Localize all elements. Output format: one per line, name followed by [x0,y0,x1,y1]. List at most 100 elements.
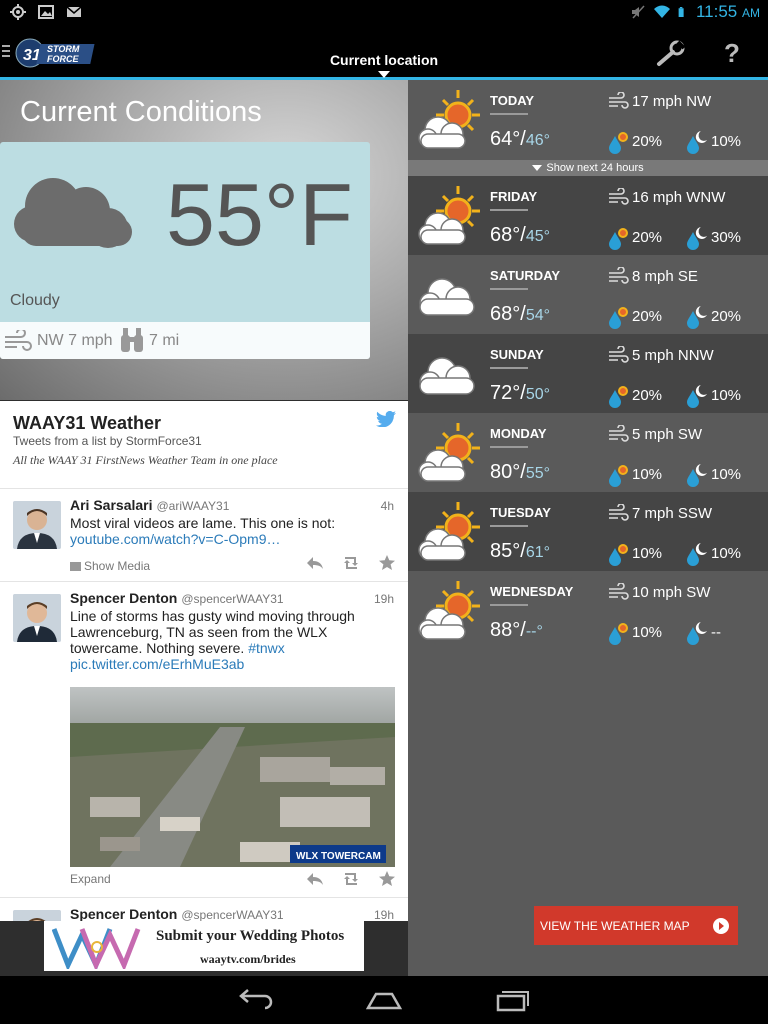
low-temp: 55° [525,465,551,482]
tweet-actions [306,555,396,571]
current-condition: Cloudy [10,292,60,309]
avatar[interactable] [13,501,61,549]
current-temperature: 55°F [166,165,353,264]
day-wind: 17 mph NW [632,93,712,110]
avatar[interactable] [13,594,61,642]
partly-sunny-icon [416,421,482,487]
forecast-day-wednesday[interactable]: WEDNESDAY 88°/--° 10 mph SW 10% -- [408,571,768,650]
twitter-list-title[interactable]: WAAY31 Weather [13,413,161,434]
ad-banner[interactable]: Submit your Wedding Photos waaytv.com/br… [0,921,408,976]
tweet-author[interactable]: Spencer Denton @spencerWAAY31 [70,906,284,921]
recent-apps-icon[interactable] [494,988,530,1012]
status-bar: 11:55 AM [0,0,768,25]
favorite-star-icon[interactable] [378,871,396,887]
ad-title: Submit your Wedding Photos [156,928,345,944]
expand-triangle-icon [532,165,543,172]
wind-icon [608,91,630,112]
expand-button[interactable]: Expand [70,872,111,886]
favorite-star-icon[interactable] [378,555,396,571]
tweet-link[interactable]: pic.twitter.com/eErhMuE3ab [70,656,390,672]
show-media-button[interactable]: Show Media [70,559,150,573]
forecast-day-friday[interactable]: FRIDAY 68°/45° 16 mph WNW 20% 30% [408,176,768,255]
help-icon[interactable]: ? [724,38,740,69]
forecast-day-saturday[interactable]: SATURDAY 68°/54° 8 mph SE 20% 20% [408,255,768,334]
day-precip-chance: 10% [632,545,663,562]
day-precip-chance: 10% [632,466,663,483]
tweet-photo[interactable]: WLX TOWERCAM [70,687,395,867]
forecast-day-tuesday[interactable]: TUESDAY 85°/61° 7 mph SSW 10% 10% [408,492,768,571]
tweet[interactable]: Ari Sarsalari @ariWAAY31 4h Most viral vi… [0,489,408,582]
day-divider [490,288,528,290]
system-nav-bar [0,976,768,1024]
tweet[interactable]: Spencer Denton @spencerWAAY31 19h [0,898,408,921]
day-divider [490,367,528,369]
day-temperature: 85°/61° [490,540,551,562]
wind-icon [608,187,630,208]
night-precip-chance: 10% [711,545,742,562]
view-weather-map-button[interactable]: VIEW THE WEATHER MAP [534,906,738,945]
tweet-actions [306,871,396,887]
forecast-day-today[interactable]: TODAY 64°/46° 17 mph NW 20% 10% [408,80,768,159]
day-name: MONDAY [490,426,547,441]
day-wind: 5 mph SW [632,426,703,443]
partly-sunny-icon [416,579,482,645]
partly-sunny-icon [416,88,482,154]
low-temp: 45° [525,228,551,245]
twitter-bird-icon[interactable] [376,411,396,427]
avatar[interactable] [13,910,61,921]
binoculars-icon [121,328,143,352]
retweet-icon[interactable] [342,555,360,571]
action-bar: 31 STORM FORCE Current location ? [0,25,768,80]
wind-icon [608,503,630,524]
reply-icon[interactable] [306,871,324,887]
day-precip-chance: 20% [632,133,663,150]
ad-content[interactable]: Submit your Wedding Photos waaytv.com/br… [44,921,364,971]
tweet-hashtag[interactable]: #tnwx [248,640,285,656]
night-precip-icon [686,384,708,408]
day-divider [490,446,528,448]
location-dropdown-caret-icon[interactable] [378,71,390,78]
home-icon[interactable] [366,988,402,1012]
high-temp: 88° [490,619,521,641]
forecast-pane: TODAY 64°/46° 17 mph NW 20% 10% FRIDAY 68°/45°… [408,80,768,976]
wind-icon [608,582,630,603]
tweet-link[interactable]: youtube.com/watch?v=C-Opm9… [70,531,390,547]
partly-sunny-icon [416,500,482,566]
cloudy-icon [416,342,482,408]
back-icon[interactable] [238,988,274,1012]
low-temp: 54° [525,307,551,324]
twitter-feed[interactable]: WAAY31 Weather Tweets from a list by Sto… [0,401,408,921]
wifi-icon [653,5,670,18]
day-name: FRIDAY [490,189,538,204]
wind-icon [608,345,630,366]
day-divider [490,209,528,211]
twitter-feed-header: WAAY31 Weather Tweets from a list by Sto… [0,401,408,489]
settings-wrench-icon[interactable] [656,39,686,67]
ad-url: waaytv.com/brides [200,952,296,966]
tweet[interactable]: Spencer Denton @spencerWAAY31 19h Line of… [0,582,408,898]
tweet-time: 4h [380,499,394,513]
current-visibility: 7 mi [149,332,180,349]
tweet-author[interactable]: Spencer Denton @spencerWAAY31 [70,590,284,606]
forecast-day-sunday[interactable]: SUNDAY 72°/50° 5 mph NNW 20% 10% [408,334,768,413]
day-name: SUNDAY [490,347,544,362]
location-title[interactable]: Current location [0,52,768,68]
retweet-icon[interactable] [342,871,360,887]
night-precip-icon [686,226,708,250]
day-temperature: 72°/50° [490,382,551,404]
day-name: TUESDAY [490,505,551,520]
reply-icon[interactable] [306,555,324,571]
tweet-author[interactable]: Ari Sarsalari @ariWAAY31 [70,497,229,513]
day-precip-icon [608,130,630,154]
wind-icon [5,330,32,351]
day-precip-chance: 20% [632,387,663,404]
location-target-icon [10,4,26,20]
arrow-right-circle-icon [713,918,729,934]
night-precip-chance: 10% [711,387,742,404]
current-conditions-card: 55°F Cloudy NW 7 mph 7 mi [0,142,370,359]
low-temp: 50° [525,386,551,403]
night-precip-icon [686,305,708,329]
forecast-day-monday[interactable]: MONDAY 80°/55° 5 mph SW 10% 10% [408,413,768,492]
show-next-24-hours-toggle[interactable]: Show next 24 hours [408,160,768,176]
day-divider [490,525,528,527]
